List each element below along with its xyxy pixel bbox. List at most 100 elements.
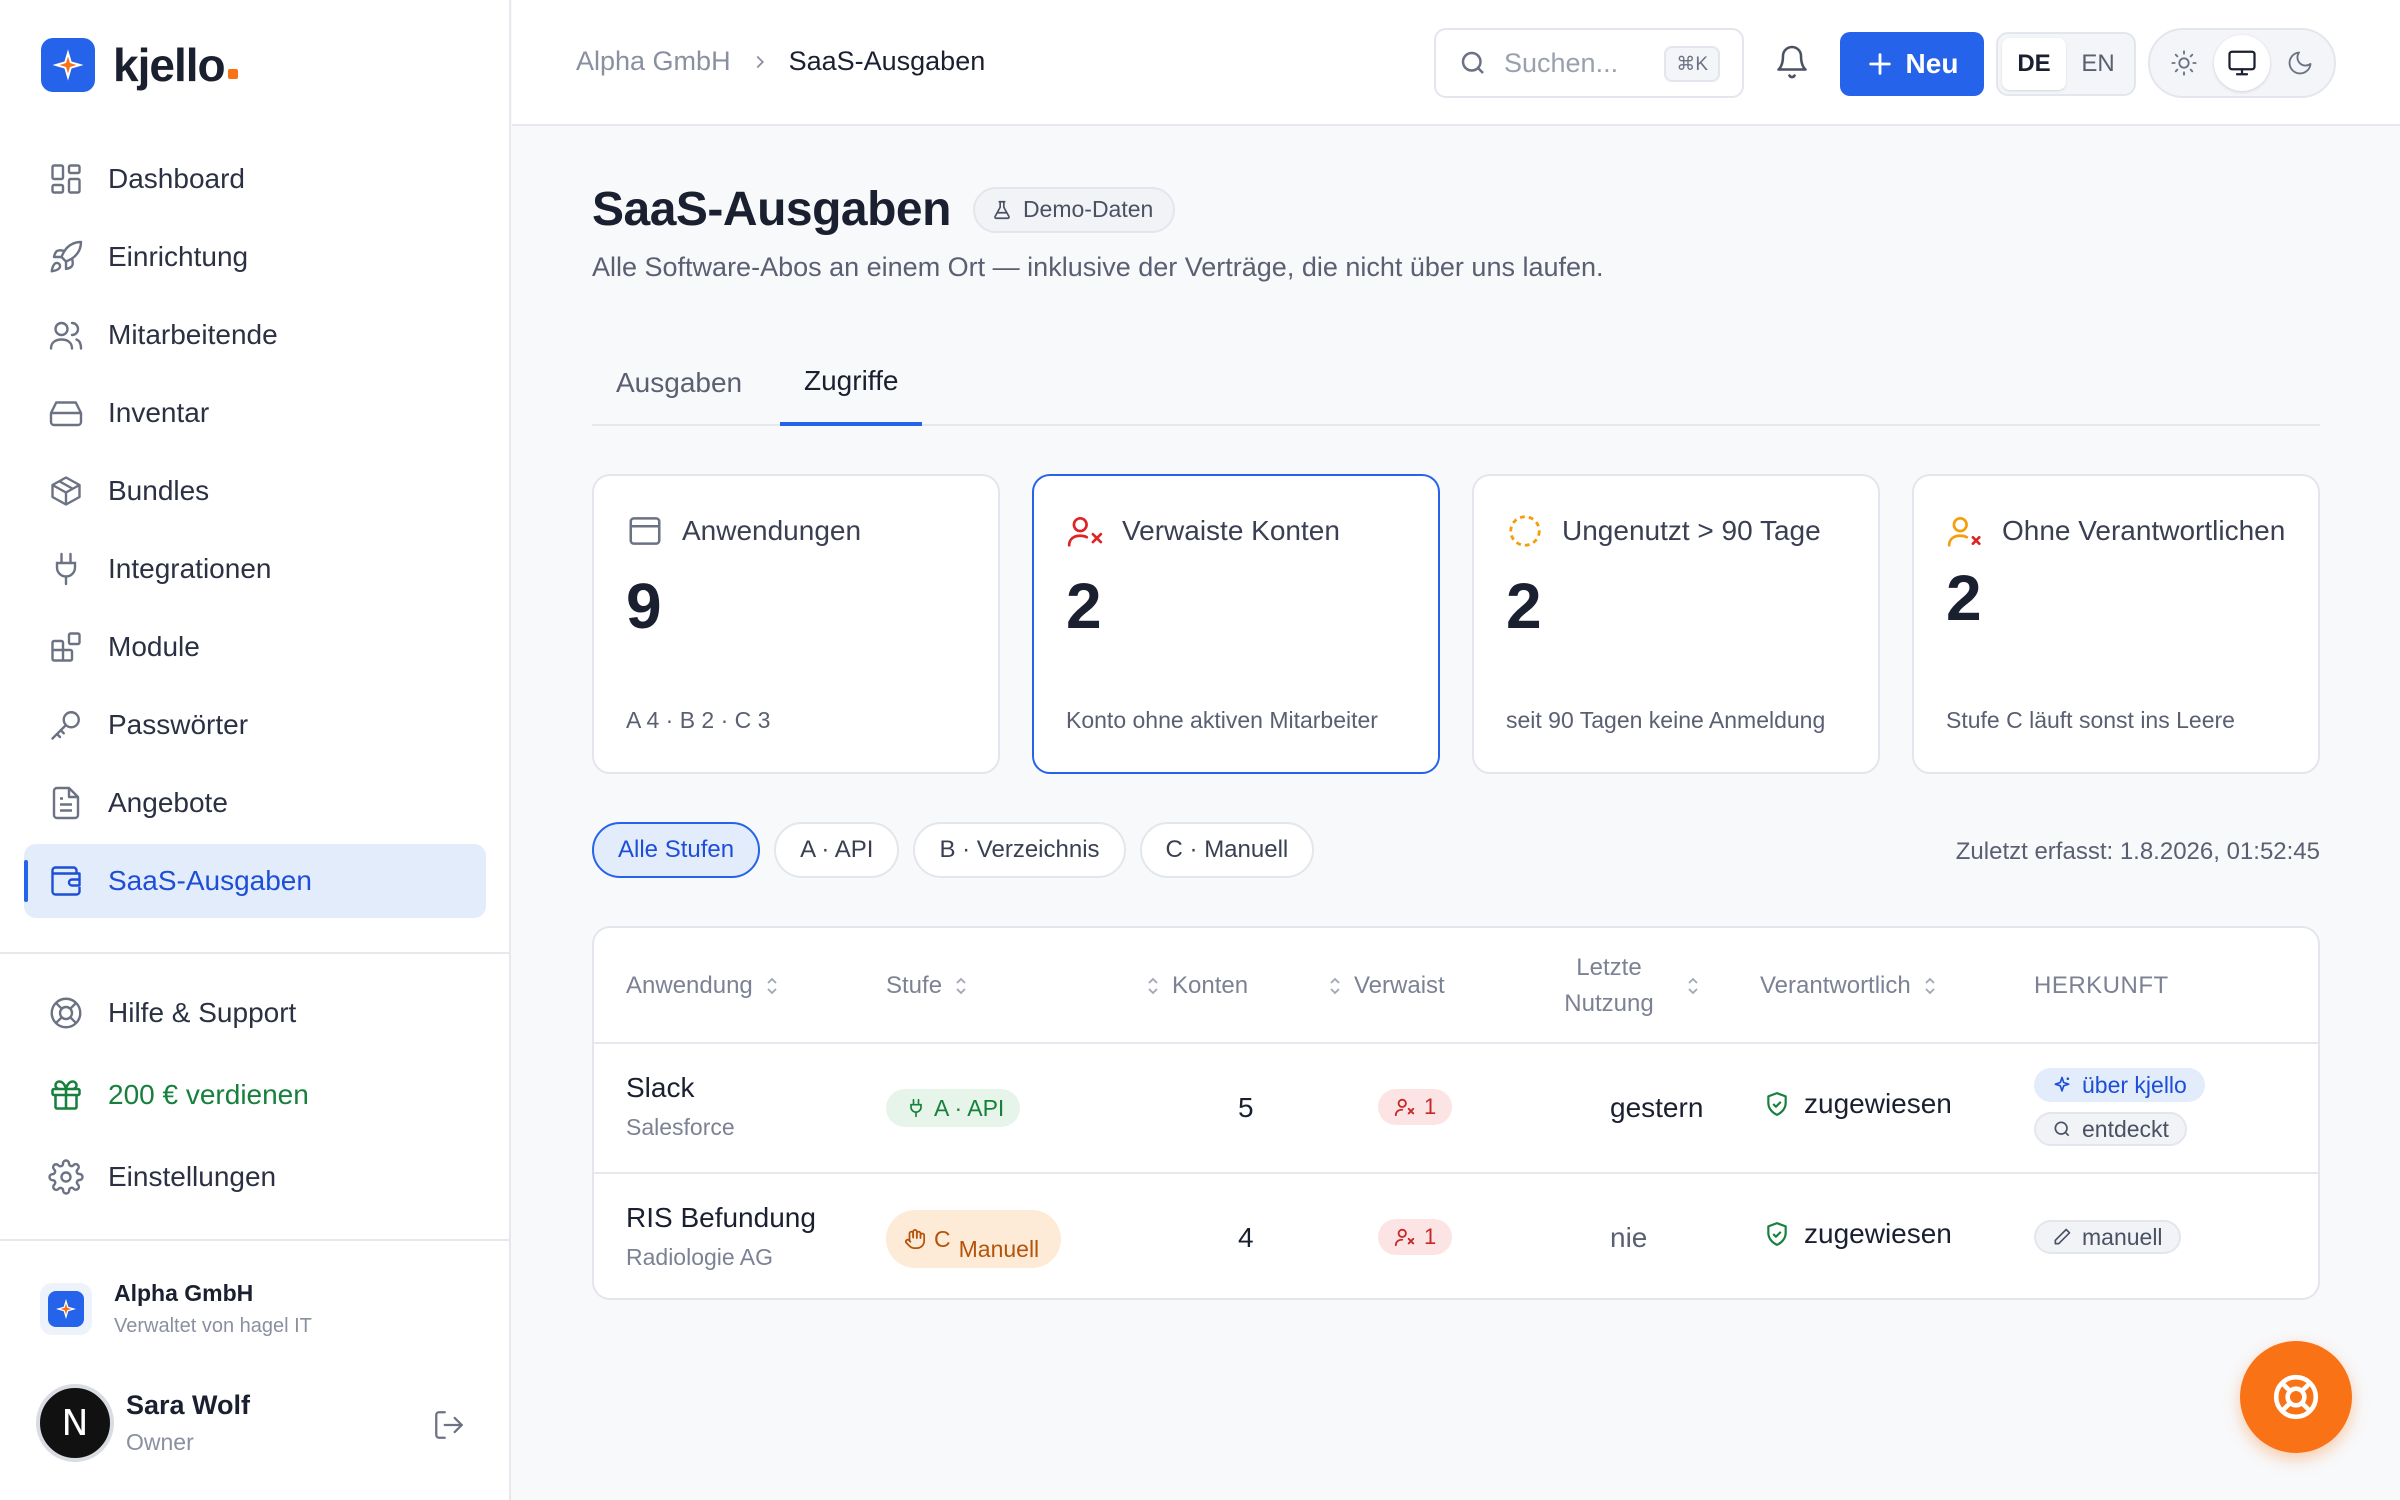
logout-icon[interactable] (432, 1408, 466, 1442)
column-header-tier[interactable]: Stufe (886, 928, 970, 1044)
search-placeholder: Suchen... (1504, 47, 1619, 78)
search-shortcut: ⌘K (1664, 46, 1720, 82)
accounts-count: 4 (1238, 1222, 1254, 1253)
orphaned-badge[interactable]: 1 (1378, 1089, 1453, 1125)
stat-card-applications[interactable]: Anwendungen 9 A 4 · B 2 · C 3 (592, 474, 1000, 774)
sidebar-item-referral[interactable]: 200 € verdienen (24, 1056, 486, 1134)
app-name[interactable]: Slack (626, 1072, 735, 1104)
lang-option-de[interactable]: DE (2002, 38, 2066, 90)
sidebar-item-settings[interactable]: Einstellungen (24, 1138, 486, 1216)
column-header-app[interactable]: Anwendung (626, 928, 781, 1044)
owner-status[interactable]: zugewiesen (1764, 1088, 1952, 1120)
accounts-count: 5 (1238, 1092, 1254, 1123)
last-used: gestern (1610, 1092, 1704, 1123)
stat-card-no-owner[interactable]: Ohne Verantwortlichen 2 Stufe C läuft so… (1912, 474, 2320, 774)
sidebar-divider (0, 1239, 511, 1241)
shield-check-icon (1767, 1222, 1787, 1246)
demo-badge-label: Demo-Daten (1022, 196, 1154, 222)
sort-icon (767, 977, 777, 995)
stat-cards: Anwendungen 9 A 4 · B 2 · C 3 Verwaiste … (592, 474, 2320, 774)
stat-card-value: 2 (1946, 562, 1982, 634)
column-header-orphaned[interactable]: Verwaist (1326, 928, 1445, 1044)
origin-badge-kjello: über kjello (2034, 1068, 2205, 1102)
app-vendor: Salesforce (626, 1114, 735, 1140)
sidebar-item-passwoerter[interactable]: Passwörter (24, 688, 486, 762)
window-icon (629, 517, 661, 545)
user-role: Owner (126, 1429, 194, 1455)
language-switch: DE EN (1996, 32, 2136, 96)
tab-ausgaben[interactable]: Ausgaben (616, 340, 742, 426)
sidebar-scroll-overflow (24, 922, 486, 938)
topbar: Alpha GmbH SaaS-Ausgaben Suchen... ⌘K Ne… (512, 0, 2400, 126)
sidebar-item-mitarbeitende[interactable]: Mitarbeitende (24, 298, 486, 372)
sort-icon (956, 977, 966, 995)
breadcrumb-org[interactable]: Alpha GmbH (576, 46, 731, 77)
filter-chip-manual[interactable]: C · Manuell (1139, 822, 1315, 878)
sidebar-item-label: Dashboard (108, 163, 245, 194)
brand[interactable]: kjello (41, 36, 238, 94)
sidebar-item-saas-ausgaben[interactable]: SaaS-Ausgaben (24, 844, 486, 918)
breadcrumb: Alpha GmbH SaaS-Ausgaben (576, 46, 985, 77)
rocket-icon (50, 240, 83, 273)
theme-light[interactable] (2156, 35, 2212, 91)
monitor-icon (2228, 50, 2256, 76)
sidebar-item-label: Bundles (108, 475, 210, 506)
app-name[interactable]: RIS Befundung (626, 1202, 816, 1234)
origin-badge-discovered: entdeckt (2034, 1112, 2187, 1146)
tier-badge: A · API (886, 1089, 1021, 1127)
lang-option-en[interactable]: EN (2066, 38, 2130, 90)
sidebar-item-dashboard[interactable]: Dashboard (24, 142, 486, 216)
filter-chip-directory[interactable]: B · Verzeichnis (913, 822, 1126, 878)
user-x-icon (1067, 516, 1103, 547)
table-row[interactable]: Slack Salesforce A · API 5 1 gestern zug… (594, 1044, 2318, 1172)
avatar[interactable]: N (36, 1384, 114, 1462)
search-icon (1461, 51, 1484, 74)
tab-zugriffe[interactable]: Zugriffe (780, 340, 923, 426)
sidebar-item-label: SaaS-Ausgaben (108, 865, 312, 896)
user-x-icon (1394, 1228, 1415, 1247)
column-header-owner[interactable]: Verantwortlich (1760, 928, 1939, 1044)
help-fab[interactable] (2240, 1341, 2352, 1453)
sidebar-item-inventar[interactable]: Inventar (24, 376, 486, 450)
column-header-last-used[interactable]: Letzte Nutzung (1544, 928, 1702, 1044)
stat-card-title: Ohne Verantwortlichen (2002, 515, 2286, 546)
page-header: SaaS-Ausgaben Demo-Daten (592, 182, 1176, 237)
stat-card-note: seit 90 Tagen keine Anmeldung (1506, 707, 1826, 733)
sidebar-item-module[interactable]: Module (24, 610, 486, 684)
sidebar-item-einrichtung[interactable]: Einrichtung (24, 220, 486, 294)
filter-chip-api[interactable]: A · API (774, 822, 900, 878)
stat-card-note: Konto ohne aktiven Mitarbeiter (1066, 707, 1378, 733)
sidebar-item-label: Inventar (108, 397, 210, 428)
stat-card-unused[interactable]: Ungenutzt > 90 Tage 2 seit 90 Tagen kein… (1472, 474, 1880, 774)
shield-check-icon (1767, 1092, 1787, 1116)
new-button[interactable]: Neu (1840, 32, 1984, 96)
theme-dark[interactable] (2272, 35, 2328, 91)
sidebar-item-integrationen[interactable]: Integrationen (24, 532, 486, 606)
orphaned-badge[interactable]: 1 (1378, 1219, 1453, 1255)
lifebuoy-icon (50, 997, 82, 1029)
filter-chip-all[interactable]: Alle Stufen (592, 822, 761, 878)
owner-status[interactable]: zugewiesen (1764, 1218, 1952, 1250)
sidebar-item-label: Passwörter (108, 709, 249, 740)
sidebar-item-help[interactable]: Hilfe & Support (24, 974, 486, 1052)
sidebar-item-bundles[interactable]: Bundles (24, 454, 486, 528)
tier-filters: Alle Stufen A · API B · Verzeichnis C · … (592, 822, 1315, 878)
sort-icon (1925, 977, 1935, 995)
stat-card-orphaned[interactable]: Verwaiste Konten 2 Konto ohne aktiven Mi… (1032, 474, 1440, 774)
search-input[interactable]: Suchen... ⌘K (1434, 28, 1744, 98)
hand-icon (904, 1228, 926, 1250)
page-subtitle: Alle Software-Abos an einem Ort — inklus… (592, 252, 1604, 282)
user-profile: N Sara Wolf Owner (36, 1384, 466, 1462)
sidebar-item-angebote[interactable]: Angebote (24, 766, 486, 840)
plug-icon (55, 552, 77, 586)
dashed-circle-icon (1509, 515, 1541, 547)
bell-icon[interactable] (1774, 44, 1810, 80)
table-header: Anwendung Stufe Konten Verwaist Letzte N… (594, 928, 2318, 1044)
column-header-accounts[interactable]: Konten (1144, 928, 1248, 1044)
stat-card-title: Ungenutzt > 90 Tage (1562, 515, 1821, 546)
org-switcher[interactable]: Alpha GmbH Verwaltet von hagel IT (40, 1280, 312, 1338)
theme-system[interactable] (2214, 35, 2270, 91)
table-row[interactable]: RIS Befundung Radiologie AG C Manuell 4 … (594, 1172, 2318, 1298)
user-name: Sara Wolf (126, 1390, 251, 1420)
chevron-right-icon (756, 55, 764, 68)
